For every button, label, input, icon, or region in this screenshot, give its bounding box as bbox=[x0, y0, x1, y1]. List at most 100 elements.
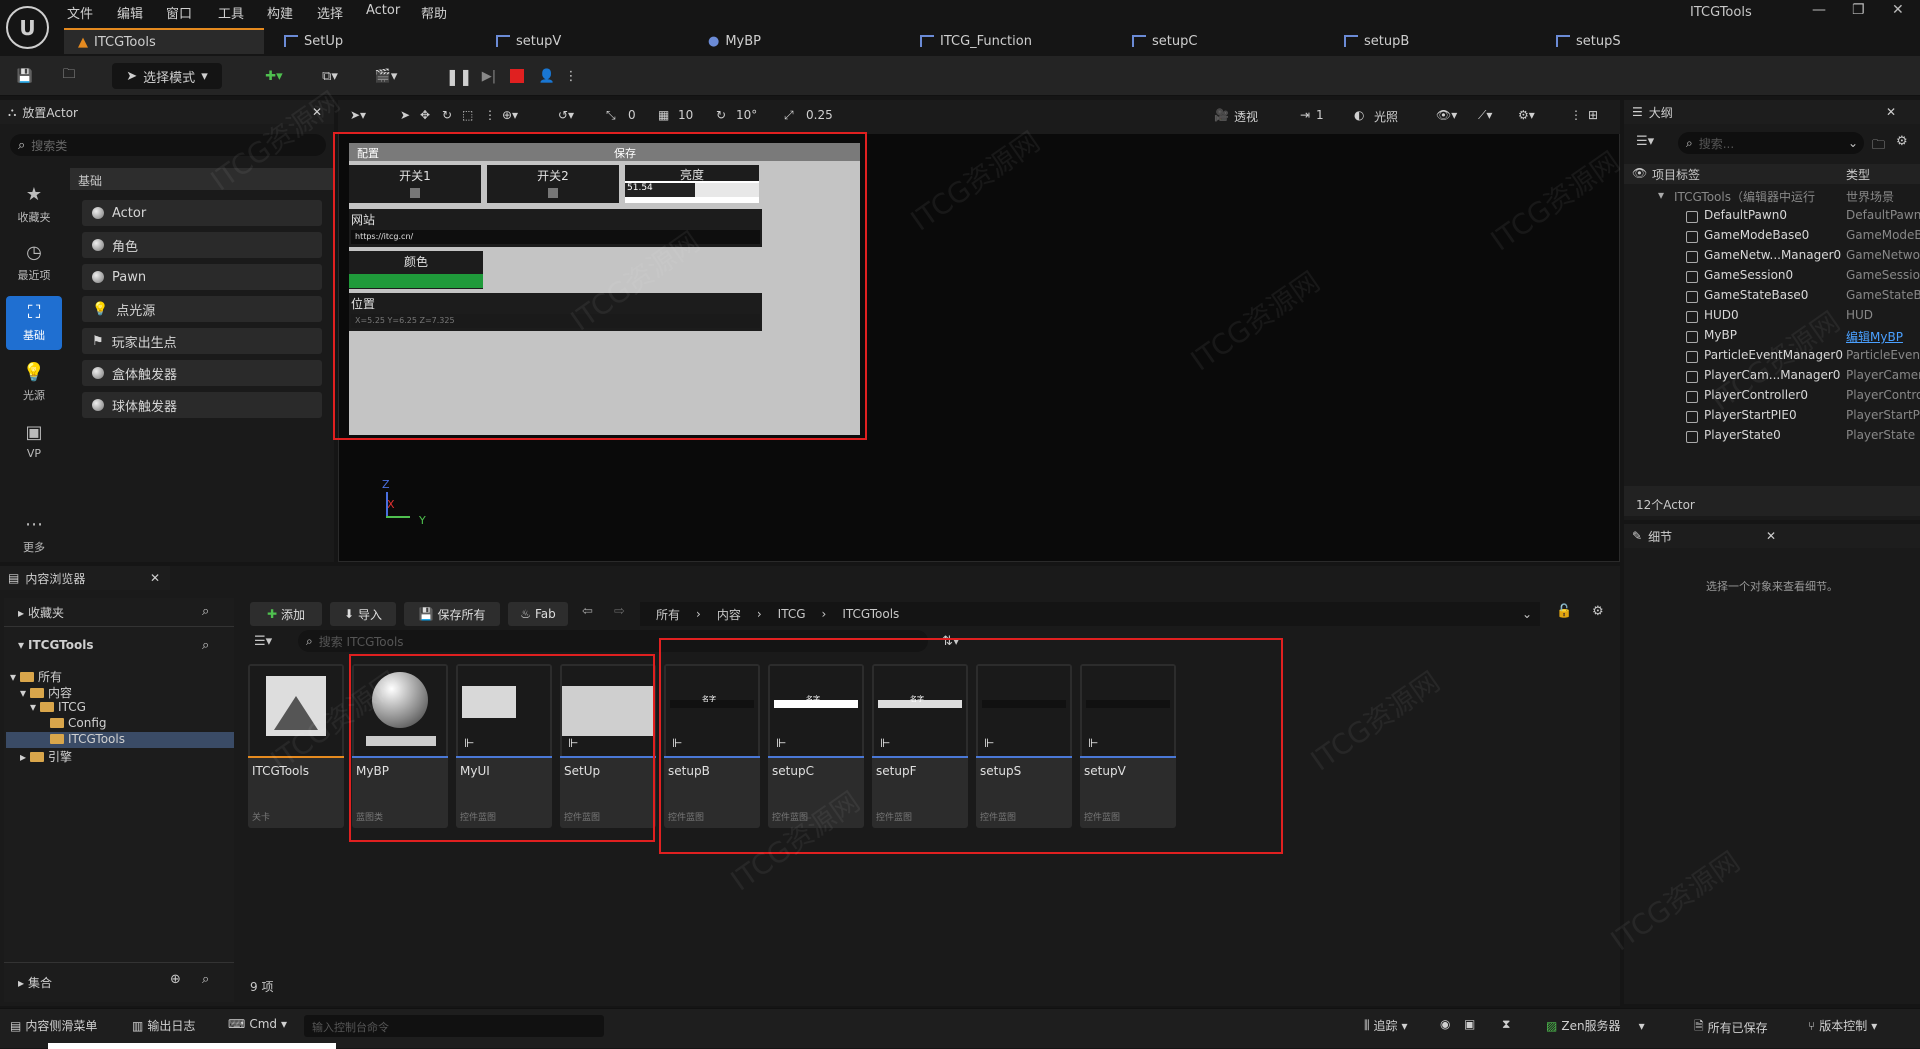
forward-icon[interactable]: ⇨ bbox=[614, 604, 625, 619]
pause-icon[interactable]: ❚❚ bbox=[446, 63, 473, 89]
actor-item[interactable]: Pawn bbox=[82, 264, 322, 290]
minimize-icon[interactable]: — bbox=[1812, 2, 1826, 18]
outliner-row[interactable]: HUD0 HUD bbox=[1624, 308, 1920, 328]
actor-item[interactable]: 💡 点光源 bbox=[82, 296, 322, 322]
tree-engine[interactable]: ▸ 引擎 bbox=[20, 748, 72, 765]
chevron-down-icon[interactable]: ⌄ bbox=[1522, 607, 1532, 621]
more-icon[interactable]: ⋮ bbox=[1570, 108, 1582, 122]
speed-value[interactable]: 1 bbox=[1316, 108, 1324, 122]
surface-snap-icon[interactable]: ↺▾ bbox=[558, 108, 574, 122]
outliner-row[interactable]: PlayerController0PlayerController bbox=[1624, 388, 1920, 408]
visibility-icon[interactable]: 👁 bbox=[1632, 166, 1647, 180]
select-mode-dropdown[interactable]: ➤ 选择模式 ▾ bbox=[112, 63, 222, 89]
save-all-button[interactable]: 💾 保存所有 bbox=[404, 602, 500, 626]
world-local-icon[interactable]: ⊕▾ bbox=[502, 108, 518, 122]
outliner-row[interactable]: GameSession0 GameSession bbox=[1624, 268, 1920, 288]
actor-item[interactable]: ⚑ 玩家出生点 bbox=[82, 328, 322, 354]
camera-snap-value[interactable]: 0 bbox=[628, 108, 636, 122]
settings-icon[interactable]: ⚙ bbox=[1896, 134, 1908, 149]
tab-itcgtools[interactable]: ▲ ITCGTools bbox=[64, 28, 264, 54]
more-icon[interactable]: ⋮ bbox=[484, 108, 496, 122]
menu-build[interactable]: 构建 bbox=[267, 3, 293, 22]
expand-icon[interactable]: ▾ bbox=[1658, 188, 1664, 202]
close-icon[interactable]: ✕ bbox=[312, 105, 322, 119]
save-icon[interactable]: 💾 bbox=[12, 63, 38, 89]
lock-icon[interactable]: 🔓 bbox=[1556, 604, 1572, 619]
outliner-row[interactable]: PlayerCam...Manager0PlayerCameraManager bbox=[1624, 368, 1920, 388]
settings-icon[interactable]: ⚙ bbox=[1592, 604, 1604, 619]
view-mode-dropdown[interactable]: 透视 bbox=[1234, 108, 1258, 125]
close-icon[interactable]: ✕ bbox=[1892, 2, 1904, 18]
tab-mybp[interactable]: ● MyBP bbox=[708, 28, 761, 54]
breadcrumb-item[interactable]: 内容 bbox=[717, 606, 741, 623]
grid-snap-icon[interactable]: ▦ bbox=[658, 108, 669, 122]
console-input[interactable]: 输入控制台命令 bbox=[304, 1015, 604, 1037]
tab-setupb[interactable]: setupB bbox=[1344, 28, 1409, 54]
menu-window[interactable]: 窗口 bbox=[166, 3, 192, 22]
hourglass-icon[interactable]: ⧗ bbox=[1502, 1017, 1510, 1032]
menu-select[interactable]: 选择 bbox=[317, 3, 343, 22]
layout-icon[interactable]: ⊞ bbox=[1588, 108, 1598, 122]
add-button[interactable]: ✚ 添加 bbox=[250, 602, 322, 626]
output-log-button[interactable]: ▥ 输出日志 bbox=[132, 1017, 195, 1034]
column-type[interactable]: 类型 bbox=[1846, 166, 1870, 183]
blueprint-menu-icon[interactable]: ⧉▾ bbox=[310, 63, 350, 89]
camera-speed-icon[interactable]: ⤡ bbox=[606, 108, 616, 123]
nav-vp[interactable]: ▣ VP bbox=[6, 422, 62, 460]
outliner-row[interactable]: MyBP 编辑MyBP bbox=[1624, 328, 1920, 348]
asset-tile[interactable]: ITCGTools 关卡 bbox=[248, 664, 344, 828]
back-icon[interactable]: ⇦ bbox=[582, 604, 593, 619]
outliner-row[interactable]: PlayerStartPIE0PlayerStartPIE bbox=[1624, 408, 1920, 428]
collections-section[interactable]: ▸ 集合 bbox=[18, 974, 52, 991]
outliner-row[interactable]: GameStateBase0GameStateBase bbox=[1624, 288, 1920, 308]
lighting-dropdown[interactable]: 光照 bbox=[1374, 108, 1398, 125]
tab-setupc[interactable]: setupC bbox=[1132, 28, 1197, 54]
add-folder-icon[interactable]: 🗀 bbox=[1872, 136, 1885, 158]
actor-item[interactable]: 盒体触发器 bbox=[82, 360, 322, 386]
breadcrumb-item[interactable]: 所有 bbox=[656, 606, 680, 623]
nav-favorites[interactable]: ★ 收藏夹 bbox=[6, 184, 62, 225]
tree-config[interactable]: Config bbox=[50, 716, 107, 730]
grid-snap-value[interactable]: 10 bbox=[678, 108, 693, 122]
version-control-dropdown[interactable]: ⑂ 版本控制 ▾ bbox=[1808, 1017, 1877, 1034]
performance-icon[interactable]: ⟋▾ bbox=[1478, 108, 1492, 123]
select-tool-icon[interactable]: ➤▾ bbox=[350, 108, 366, 122]
move-icon[interactable]: ✥ bbox=[420, 108, 430, 122]
menu-edit[interactable]: 编辑 bbox=[117, 3, 143, 22]
outliner-row[interactable]: ParticleEventManager0ParticleEventManage… bbox=[1624, 348, 1920, 368]
outliner-row[interactable]: GameModeBase0GameModeBase bbox=[1624, 228, 1920, 248]
more-options-icon[interactable]: ⋮ bbox=[564, 63, 578, 89]
lit-icon[interactable]: ◐ bbox=[1354, 108, 1364, 122]
nav-more[interactable]: ⋯ 更多 bbox=[6, 514, 62, 555]
add-actor-icon[interactable]: ✚▾ bbox=[254, 63, 294, 89]
possess-icon[interactable]: 👤 bbox=[534, 63, 560, 89]
outliner-row[interactable]: PlayerState0 PlayerState bbox=[1624, 428, 1920, 448]
record-icon[interactable]: ◉ bbox=[1440, 1017, 1450, 1031]
project-section[interactable]: ▾ ITCGTools bbox=[18, 638, 93, 652]
screenshot-icon[interactable]: ▣ bbox=[1464, 1017, 1475, 1031]
restore-icon[interactable]: ❐ bbox=[1852, 2, 1865, 18]
tab-setups[interactable]: setupS bbox=[1556, 28, 1621, 54]
nav-recent[interactable]: ◷ 最近项 bbox=[6, 242, 62, 283]
scale-snap-icon[interactable]: ⤢ bbox=[784, 108, 794, 123]
zen-server-dropdown[interactable]: ▨ Zen服务器 ▾ bbox=[1546, 1017, 1645, 1034]
outliner-row[interactable]: DefaultPawn0 DefaultPawn bbox=[1624, 208, 1920, 228]
menu-tools[interactable]: 工具 bbox=[218, 3, 244, 22]
filter-icon[interactable]: ☰▾ bbox=[1636, 134, 1654, 149]
column-label[interactable]: 项目标签 bbox=[1652, 166, 1700, 183]
outliner-search-input[interactable]: ⌕ 搜索... ⌄ bbox=[1678, 132, 1864, 154]
rotation-snap-icon[interactable]: ↻ bbox=[716, 108, 726, 122]
viewport-speed-icon[interactable]: ⇥ bbox=[1300, 108, 1310, 122]
tree-itcg[interactable]: ▾ ITCG bbox=[30, 700, 86, 714]
filter-icon[interactable]: ☰▾ bbox=[254, 634, 272, 649]
tree-content[interactable]: ▾ 内容 bbox=[20, 684, 72, 701]
breadcrumb-item[interactable]: ITCG bbox=[778, 607, 806, 621]
nav-basic[interactable]: ⛶ 基础 bbox=[6, 296, 62, 350]
tab-itcg-function[interactable]: ITCG_Function bbox=[920, 28, 1032, 54]
search-icon[interactable]: ⌕ bbox=[202, 604, 209, 619]
tree-itcgtools[interactable]: ITCGTools bbox=[50, 732, 125, 746]
close-icon[interactable]: ✕ bbox=[150, 571, 160, 585]
scale-snap-value[interactable]: 0.25 bbox=[806, 108, 833, 122]
rotate-icon[interactable]: ↻ bbox=[442, 108, 452, 122]
outliner-row[interactable]: GameNetw...Manager0GameNetworkManager bbox=[1624, 248, 1920, 268]
